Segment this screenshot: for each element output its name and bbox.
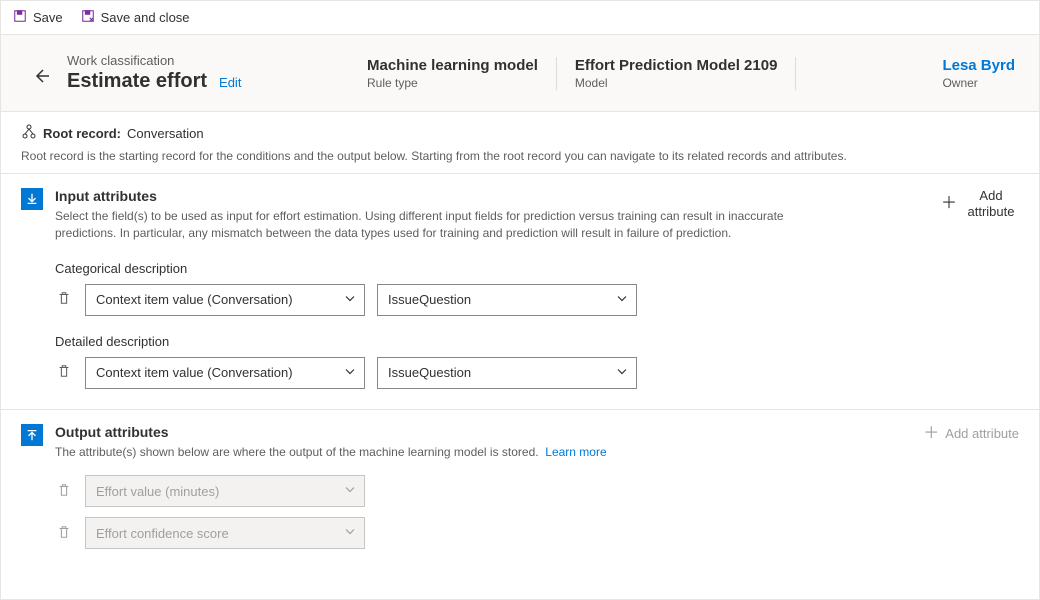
- header-meta: Machine learning model Rule type Effort …: [367, 57, 1015, 90]
- output-attributes-section: Output attributes The attribute(s) shown…: [1, 409, 1039, 569]
- model-col: Effort Prediction Model 2109 Model: [556, 57, 797, 90]
- learn-more-link[interactable]: Learn more: [545, 445, 606, 459]
- root-record-row: Root record: Conversation: [21, 124, 1019, 143]
- attr-row: Context item value (Conversation) IssueQ…: [55, 284, 1019, 316]
- owner-label: Owner: [942, 76, 1015, 90]
- value-text: IssueQuestion: [388, 292, 471, 307]
- attr-group-categorical: Categorical description Context item val…: [55, 261, 1019, 316]
- field-dropdown[interactable]: Context item value (Conversation): [85, 284, 365, 316]
- output-desc: The attribute(s) shown below are where t…: [55, 444, 607, 461]
- breadcrumb: Work classification: [67, 53, 367, 68]
- chevron-down-icon: [616, 292, 628, 307]
- trash-icon: [57, 364, 71, 381]
- trash-icon: [57, 291, 71, 308]
- page-title-row: Estimate effort Edit: [67, 70, 367, 93]
- page-title: Estimate effort: [67, 70, 207, 93]
- output-field-value: Effort value (minutes): [96, 484, 219, 499]
- owner-col: Lesa Byrd Owner: [924, 57, 1015, 90]
- add-input-attribute-button[interactable]: ＋ Add attribute: [941, 188, 1019, 219]
- hierarchy-icon: [21, 124, 37, 143]
- root-record-strip: Root record: Conversation Root record is…: [1, 112, 1039, 173]
- rule-type-value: Machine learning model: [367, 57, 538, 74]
- add-output-label: Add attribute: [945, 426, 1019, 442]
- trash-icon: [57, 483, 71, 500]
- model-label: Model: [575, 76, 778, 90]
- owner-link[interactable]: Lesa Byrd: [942, 57, 1015, 74]
- output-field-dropdown: Effort value (minutes): [85, 475, 365, 507]
- rule-type-label: Rule type: [367, 76, 538, 90]
- input-attributes-section: Input attributes Select the field(s) to …: [1, 173, 1039, 409]
- chevron-down-icon: [344, 526, 356, 541]
- delete-output-button: [55, 482, 73, 500]
- save-close-icon: [81, 9, 95, 26]
- attr-group-label: Detailed description: [55, 334, 1019, 349]
- value-dropdown[interactable]: IssueQuestion: [377, 284, 637, 316]
- root-record-label: Root record:: [43, 126, 121, 141]
- output-desc-text: The attribute(s) shown below are where t…: [55, 445, 539, 459]
- plus-icon: ＋: [923, 424, 939, 443]
- output-title: Output attributes: [55, 424, 607, 440]
- field-value: Context item value (Conversation): [96, 292, 293, 307]
- output-row: Effort confidence score: [55, 517, 1019, 549]
- add-output-attribute-button: ＋ Add attribute: [923, 424, 1019, 443]
- output-field-value: Effort confidence score: [96, 526, 229, 541]
- page-header: Work classification Estimate effort Edit…: [1, 35, 1039, 112]
- input-title: Input attributes: [55, 188, 815, 204]
- chevron-down-icon: [344, 292, 356, 307]
- value-text: IssueQuestion: [388, 365, 471, 380]
- chevron-down-icon: [344, 484, 356, 499]
- output-head-row: Output attributes The attribute(s) shown…: [55, 424, 1019, 461]
- output-rows: Effort value (minutes) Effort confidence…: [55, 475, 1019, 549]
- trash-icon: [57, 525, 71, 542]
- input-head-row: Input attributes Select the field(s) to …: [55, 188, 1019, 243]
- arrow-left-icon: [33, 68, 49, 87]
- output-body: Output attributes The attribute(s) shown…: [55, 424, 1019, 559]
- chevron-down-icon: [344, 365, 356, 380]
- chevron-down-icon: [616, 365, 628, 380]
- delete-output-button: [55, 524, 73, 542]
- input-desc: Select the field(s) to be used as input …: [55, 208, 815, 243]
- save-label: Save: [33, 10, 63, 25]
- delete-attribute-button[interactable]: [55, 291, 73, 309]
- add-input-label: Add attribute: [963, 188, 1019, 219]
- field-value: Context item value (Conversation): [96, 365, 293, 380]
- root-record-value: Conversation: [127, 126, 204, 141]
- plus-icon: ＋: [941, 194, 957, 213]
- attr-group-detailed: Detailed description Context item value …: [55, 334, 1019, 389]
- model-value: Effort Prediction Model 2109: [575, 57, 778, 74]
- save-button[interactable]: Save: [13, 9, 63, 26]
- attr-row: Context item value (Conversation) IssueQ…: [55, 357, 1019, 389]
- output-icon: [21, 424, 43, 446]
- root-record-desc: Root record is the starting record for t…: [21, 149, 1019, 163]
- output-field-dropdown: Effort confidence score: [85, 517, 365, 549]
- save-close-button[interactable]: Save and close: [81, 9, 190, 26]
- title-block: Work classification Estimate effort Edit: [67, 53, 367, 93]
- edit-link[interactable]: Edit: [219, 75, 241, 90]
- delete-attribute-button[interactable]: [55, 364, 73, 382]
- save-close-label: Save and close: [101, 10, 190, 25]
- attr-group-label: Categorical description: [55, 261, 1019, 276]
- field-dropdown[interactable]: Context item value (Conversation): [85, 357, 365, 389]
- output-row: Effort value (minutes): [55, 475, 1019, 507]
- value-dropdown[interactable]: IssueQuestion: [377, 357, 637, 389]
- input-body: Input attributes Select the field(s) to …: [55, 188, 1019, 399]
- save-icon: [13, 9, 27, 26]
- command-bar: Save Save and close: [1, 1, 1039, 35]
- input-icon: [21, 188, 43, 210]
- back-button[interactable]: [25, 61, 57, 93]
- rule-type-col: Machine learning model Rule type: [367, 57, 556, 90]
